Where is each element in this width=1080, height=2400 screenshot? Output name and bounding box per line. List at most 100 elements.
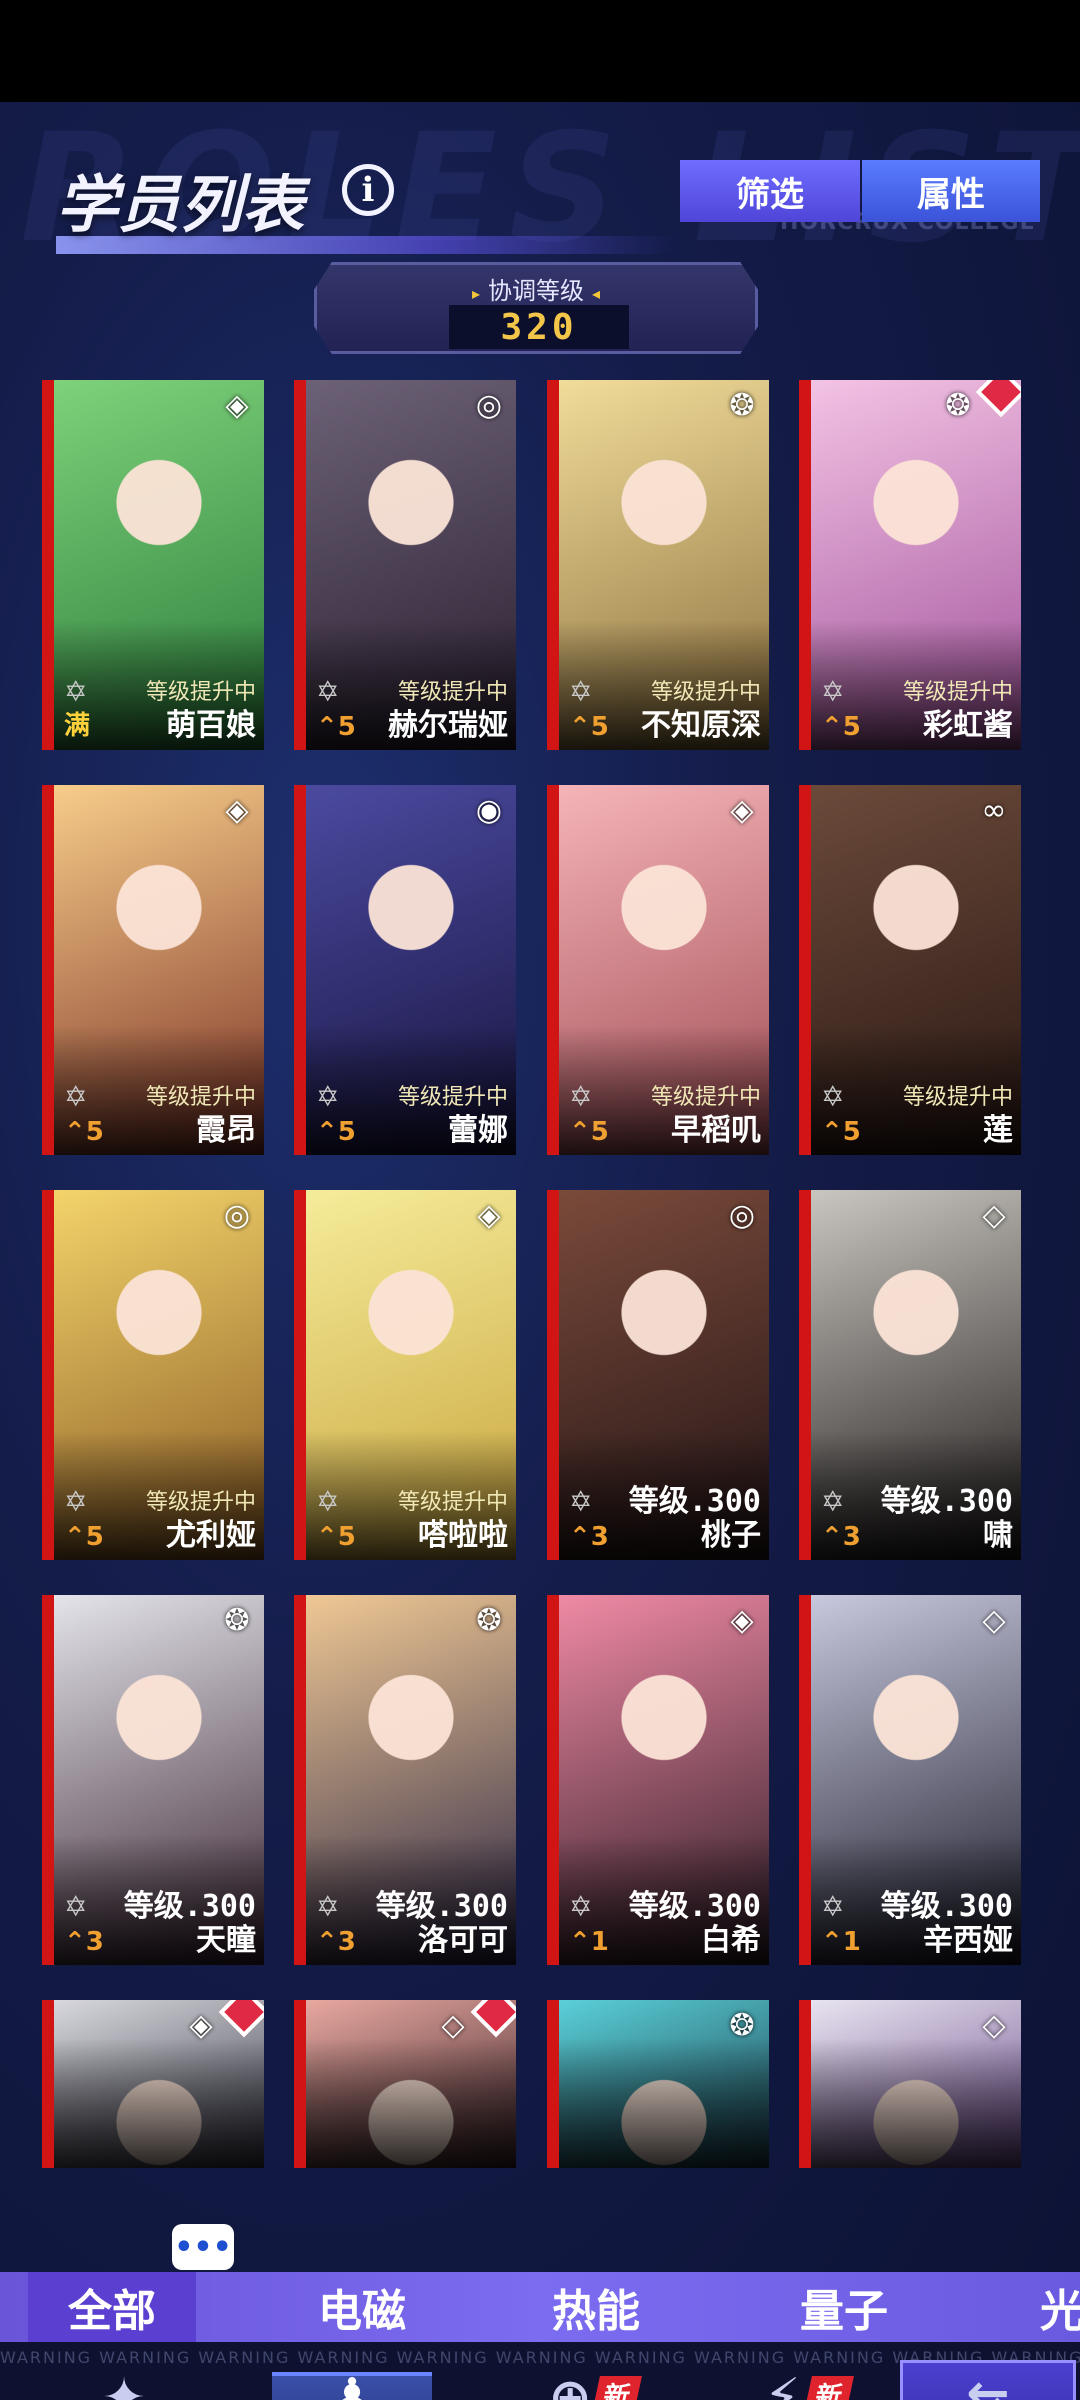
character-face [599,1230,729,1380]
character-name: 白希 [701,1923,761,1958]
card-shade [54,2038,264,2168]
character-card[interactable]: ◈ ✡ ⌃1 等级.300 白希 [547,1595,769,1965]
card-shade [811,2038,1021,2168]
quantum-icon: ◈ [730,1602,754,1638]
character-name: 早稻叽 [671,1113,761,1148]
character-name: 嗒啦啦 [418,1518,508,1553]
character-card[interactable]: ◎ ✡ ⌃5 等级提升中 赫尔瑞娅 [294,380,516,750]
infinity-icon: ∞ [981,792,1007,828]
filter-button[interactable]: 筛选 [680,160,860,222]
status-bar [0,0,1080,102]
star-rank-icon: ✡ [821,1080,845,1113]
character-card[interactable]: ◎ ✡ ⌃3 等级.300 桃子 [547,1190,769,1560]
filter-tab-electromagnetic[interactable]: 电磁 [318,2272,406,2342]
arrow-right-icon: ▸ [471,284,480,303]
character-card[interactable]: ∞ ✡ ⌃5 等级提升中莲 [799,785,1021,1155]
breakthrough-rank: ⌃1 [569,1927,609,1957]
card-shade [559,2038,769,2168]
character-card[interactable]: ◇ [799,2000,1021,2168]
breakthrough-rank: ⌃1 [821,1927,861,1957]
coordination-level-value-box: 320 [449,305,629,349]
new-tag: 新 [592,2376,642,2400]
star-rank-icon: ✡ [64,1485,88,1518]
character-name: 天瞳 [196,1923,256,1958]
star-rank-icon: ✡ [821,1890,845,1923]
element-filter-bar: 全部 电磁 热能 量子 光 [0,2272,1080,2342]
character-card[interactable]: ◉ ✡ ⌃5 等级提升中 蕾娜 [294,785,516,1155]
character-card[interactable]: ◇ ✡ ⌃1 等级.300 辛西娅 [799,1595,1021,1965]
breakthrough-rank: ⌃5 [64,1117,104,1147]
nav-academy[interactable]: ⇆学院 [900,2360,1076,2400]
breakthrough-rank: ⌃5 [64,1522,104,1552]
filter-tab-thermal[interactable]: 热能 [552,2272,640,2342]
quantum-icon: ◈ [189,2007,213,2043]
character-face [94,1635,224,1785]
diamond-icon: ◇ [982,1602,1006,1638]
challenge-icon: ⚡ [763,2368,801,2400]
breakthrough-rank: ⌃5 [316,1117,356,1147]
app-screen: ROLES LIST HORCRUX COLLEGE 学员列表 i 筛选 属性 … [0,102,1080,2400]
soul-vessel-icon: ⊕ [548,2368,592,2400]
info-icon[interactable]: i [342,164,394,216]
character-card[interactable]: ◇ [294,2000,516,2168]
spiral-icon: ◎ [728,1197,756,1233]
star-rank-icon: ✡ [569,1485,593,1518]
character-name: 蕾娜 [448,1113,508,1148]
character-card[interactable]: ❂ ✡ ⌃5 等级提升中 不知原深 [547,380,769,750]
character-face [346,1635,476,1785]
character-face [851,825,981,975]
thermal-icon: ◉ [475,792,503,828]
quantum-icon: ◈ [225,792,249,828]
character-face [599,420,729,570]
bottom-nav: WARNING WARNING WARNING WARNING WARNING … [0,2342,1080,2400]
ring-icon: ❂ [224,1602,250,1638]
coordination-level-panel: ▸ 协调等级 ◂ 320 [314,262,758,354]
breakthrough-rank: ⌃5 [821,1117,861,1147]
star-rank-icon: ✡ [569,1890,593,1923]
character-name: 不知原深 [641,708,761,743]
quantum-icon: ◈ [225,387,249,423]
academy-icon: ⇆ [966,2375,1010,2400]
spiral-icon: ◎ [223,1197,251,1233]
diamond-icon: ◇ [441,2007,465,2043]
character-card[interactable]: ❂ ✡ ⌃5 等级提升中 彩虹酱 [799,380,1021,750]
star-rank-icon: ✡ [821,1485,845,1518]
character-card[interactable]: ◈ ✡ ⌃5 等级提升中 霞昂 [42,785,264,1155]
character-card[interactable]: ◈ ✡ ⌃5 等级提升中 嗒啦啦 [294,1190,516,1560]
filter-tab-quantum[interactable]: 量子 [800,2272,888,2342]
character-name: 赫尔瑞娅 [388,708,508,743]
character-card[interactable]: ◈ ✡ 满等级提升中 萌百娘 [42,380,264,750]
character-name: 洛可可 [418,1923,508,1958]
ring-icon: ❂ [729,2007,755,2043]
character-face [851,1230,981,1380]
character-face [94,825,224,975]
star-rank-icon: ✡ [569,1080,593,1113]
character-card[interactable]: ◈ [42,2000,264,2168]
star-rank-icon: ✡ [64,1080,88,1113]
ring-icon: ❂ [945,387,971,423]
character-card[interactable]: ◈ ✡ ⌃5 等级提升中 早稻叽 [547,785,769,1155]
filter-tab-all[interactable]: 全部 [28,2272,196,2342]
nav-challenge[interactable]: ⚡挑战新 [702,2372,862,2400]
breakthrough-rank: ⌃3 [64,1927,104,1957]
nav-battle[interactable]: ✦战斗 [44,2372,204,2400]
character-card[interactable]: ❂ ✡ ⌃3 等级.300 洛可可 [294,1595,516,1965]
breakthrough-rank: ⌃3 [569,1522,609,1552]
filter-tab-light[interactable]: 光 [1040,2272,1080,2342]
breakthrough-rank: ⌃5 [821,712,861,742]
ring-icon: ❂ [476,1602,502,1638]
character-face [346,825,476,975]
nav-soul-vessel[interactable]: ⊕魂器新 [490,2372,650,2400]
character-name: 莲 [983,1113,1013,1148]
nav-characters[interactable]: ♟角色 [272,2372,432,2400]
chat-icon[interactable]: ••• [172,2224,234,2270]
breakthrough-rank: ⌃5 [569,1117,609,1147]
attribute-button[interactable]: 属性 [862,160,1040,222]
character-card[interactable]: ◇ ✡ ⌃3 等级.300 啸 [799,1190,1021,1560]
character-name: 彩虹酱 [923,708,1013,743]
character-card[interactable]: ❂ [547,2000,769,2168]
character-name: 啸 [983,1518,1013,1553]
battle-icon: ✦ [102,2368,146,2400]
character-card[interactable]: ◎ ✡ ⌃5 等级提升中 尤利娅 [42,1190,264,1560]
character-card[interactable]: ❂ ✡ ⌃3 等级.300 天瞳 [42,1595,264,1965]
